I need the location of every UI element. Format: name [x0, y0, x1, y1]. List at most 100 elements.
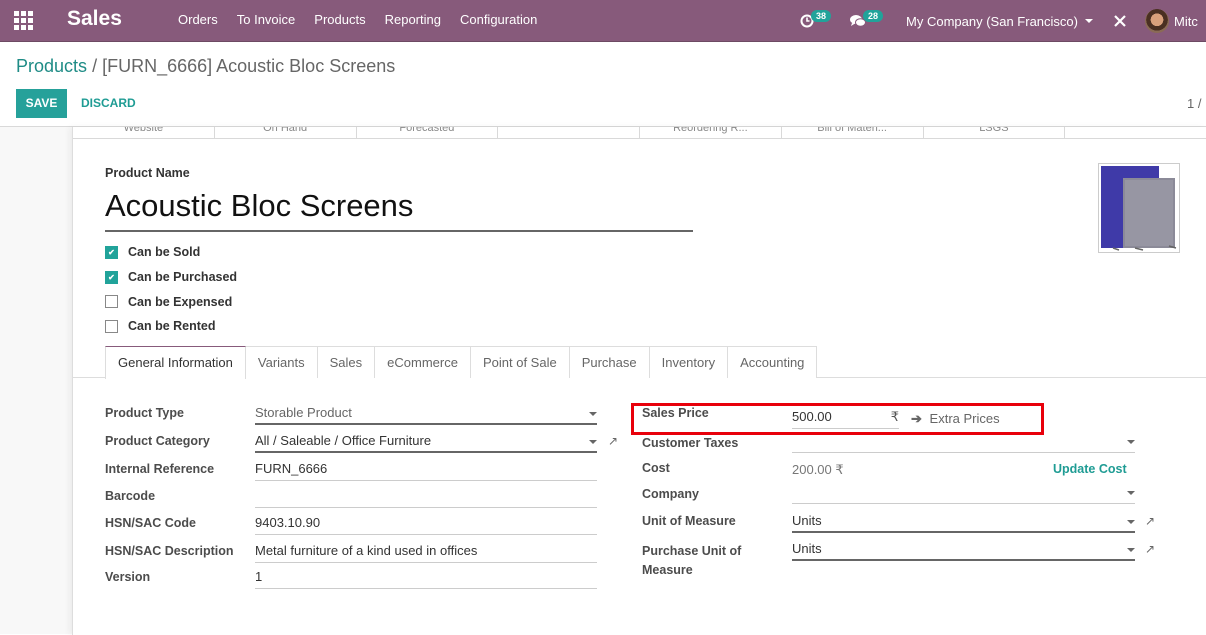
form-view: Website On Hand Forecasted Reordering R.… [0, 126, 1206, 635]
stat-button-reordering-rules[interactable]: Reordering R... [640, 127, 782, 138]
dropdown-arrow-icon [1127, 548, 1135, 552]
caret-down-icon [1084, 19, 1093, 23]
purchase-uom-value: Units [792, 541, 822, 556]
pager: 1 / [1187, 96, 1202, 111]
tab-ecommerce[interactable]: eCommerce [374, 346, 471, 378]
internal-reference-label: Internal Reference [105, 462, 215, 476]
product-name-input[interactable]: Acoustic Bloc Screens [105, 186, 693, 232]
menu-to-invoice[interactable]: To Invoice [237, 12, 296, 27]
product-type-label: Product Type [105, 406, 184, 420]
debug-tools-button[interactable] [1113, 14, 1127, 28]
can-be-purchased-row: ✔ Can be Purchased [105, 265, 237, 290]
barcode-input[interactable] [255, 486, 597, 508]
external-link-icon[interactable]: ↗ [608, 434, 620, 448]
stat-button-website[interactable]: Website [73, 127, 215, 138]
menu-configuration[interactable]: Configuration [460, 12, 537, 27]
user-menu[interactable]: Mitc [1144, 9, 1198, 33]
hsn-sac-description-label: HSN/SAC Description [105, 544, 234, 558]
extra-prices-label: Extra Prices [929, 411, 1000, 426]
purchase-unit-of-measure-select[interactable]: Units [792, 539, 1135, 561]
activity-count-badge: 38 [811, 10, 832, 22]
menu-orders[interactable]: Orders [178, 12, 218, 27]
can-be-sold-label: Can be Sold [128, 245, 201, 260]
avatar [1144, 9, 1169, 33]
can-be-sold-checkbox[interactable]: ✔ [105, 245, 118, 259]
dropdown-arrow-icon [589, 440, 597, 444]
tab-inventory[interactable]: Inventory [648, 346, 729, 378]
tab-sales[interactable]: Sales [316, 346, 376, 378]
can-be-expensed-checkbox[interactable] [105, 295, 118, 309]
unit-of-measure-select[interactable]: Units [792, 511, 1135, 533]
can-be-rented-row: Can be Rented [105, 314, 237, 339]
can-be-rented-label: Can be Rented [128, 319, 216, 334]
stat-button-more[interactable] [1065, 127, 1206, 138]
activity-menu[interactable]: 38 [800, 10, 834, 28]
product-options: ✔ Can be Sold ✔ Can be Purchased Can be … [105, 240, 237, 339]
breadcrumb-separator: / [92, 56, 98, 76]
version-input[interactable]: 1 [255, 567, 597, 589]
company-select[interactable] [792, 482, 1135, 504]
form-sheet: Website On Hand Forecasted Reordering R.… [72, 127, 1206, 635]
systray: 38 28 My Company (San Francisco) Mitc [800, 0, 1198, 42]
purchase-unit-of-measure-label: Purchase Unit of Measure [642, 542, 741, 580]
main-menu: Orders To Invoice Products Reporting Con… [178, 12, 556, 27]
tab-general-information[interactable]: General Information [105, 346, 246, 379]
stat-button-bill-of-materials[interactable]: Bill of Materi... [782, 127, 924, 138]
hsn-sac-description-input[interactable]: Metal furniture of a kind used in office… [255, 541, 597, 563]
tab-accounting[interactable]: Accounting [727, 346, 818, 378]
user-name: Mitc [1173, 13, 1198, 29]
notebook-tabs: General Information Variants Sales eComm… [73, 346, 1206, 379]
messages-menu[interactable]: 28 [850, 10, 886, 28]
tools-icon [1114, 15, 1126, 27]
stat-button-forecasted[interactable]: Forecasted [357, 127, 499, 138]
stat-button-on-hand[interactable]: On Hand [215, 127, 357, 138]
unit-of-measure-value: Units [792, 513, 822, 528]
breadcrumb-current: [FURN_6666] Acoustic Bloc Screens [102, 56, 396, 76]
breadcrumb: Products / [FURN_6666] Acoustic Bloc Scr… [16, 56, 395, 77]
product-category-select[interactable]: All / Saleable / Office Furniture [255, 431, 597, 453]
product-type-value: Storable Product [255, 405, 352, 420]
stat-button-other[interactable]: LSGS [924, 127, 1066, 138]
product-image[interactable] [1098, 163, 1180, 253]
product-category-label: Product Category [105, 434, 210, 448]
barcode-label: Barcode [105, 489, 156, 503]
can-be-purchased-checkbox[interactable]: ✔ [105, 270, 118, 284]
discard-button[interactable]: DISCARD [81, 89, 136, 118]
can-be-expensed-label: Can be Expensed [128, 294, 233, 309]
product-name-label: Product Name [105, 166, 190, 180]
external-link-icon[interactable]: ↗ [1145, 514, 1157, 528]
product-category-value: All / Saleable / Office Furniture [255, 433, 432, 448]
sales-price-value: 500.00 [792, 409, 832, 424]
tab-variants[interactable]: Variants [244, 346, 318, 378]
can-be-rented-checkbox[interactable] [105, 319, 118, 333]
version-label: Version [105, 570, 151, 584]
menu-reporting[interactable]: Reporting [385, 12, 441, 27]
tab-purchase[interactable]: Purchase [568, 346, 650, 378]
company-label: Company [642, 487, 699, 501]
tab-point-of-sale[interactable]: Point of Sale [469, 346, 570, 378]
apps-menu-icon[interactable] [14, 11, 34, 30]
extra-prices-button[interactable]: ➔ Extra Prices [911, 411, 1000, 427]
menu-products[interactable]: Products [314, 12, 365, 27]
sales-price-label: Sales Price [642, 406, 709, 420]
update-cost-button[interactable]: Update Cost [1053, 462, 1127, 476]
sales-price-input[interactable]: 500.00 ₹ [792, 407, 899, 429]
unit-of-measure-label: Unit of Measure [642, 514, 736, 528]
cost-label: Cost [642, 461, 670, 475]
customer-taxes-input[interactable] [792, 431, 1135, 453]
rupee-symbol: ₹ [890, 409, 899, 424]
internal-reference-input[interactable]: FURN_6666 [255, 459, 597, 481]
save-button[interactable]: SAVE [16, 89, 67, 118]
top-navbar: Sales Orders To Invoice Products Reporti… [0, 0, 1206, 42]
app-name: Sales [67, 7, 122, 30]
product-type-select[interactable]: Storable Product [255, 403, 597, 425]
breadcrumb-products-link[interactable]: Products [16, 56, 87, 76]
can-be-expensed-row: Can be Expensed [105, 289, 237, 314]
dropdown-arrow-icon [1127, 491, 1135, 495]
stat-button-empty[interactable] [498, 127, 640, 138]
external-link-icon[interactable]: ↗ [1145, 542, 1157, 556]
cost-value: 200.00 ₹ [792, 462, 844, 477]
company-switcher[interactable]: My Company (San Francisco) [906, 14, 1093, 29]
hsn-sac-code-input[interactable]: 9403.10.90 [255, 513, 597, 535]
customer-taxes-label: Customer Taxes [642, 436, 739, 450]
